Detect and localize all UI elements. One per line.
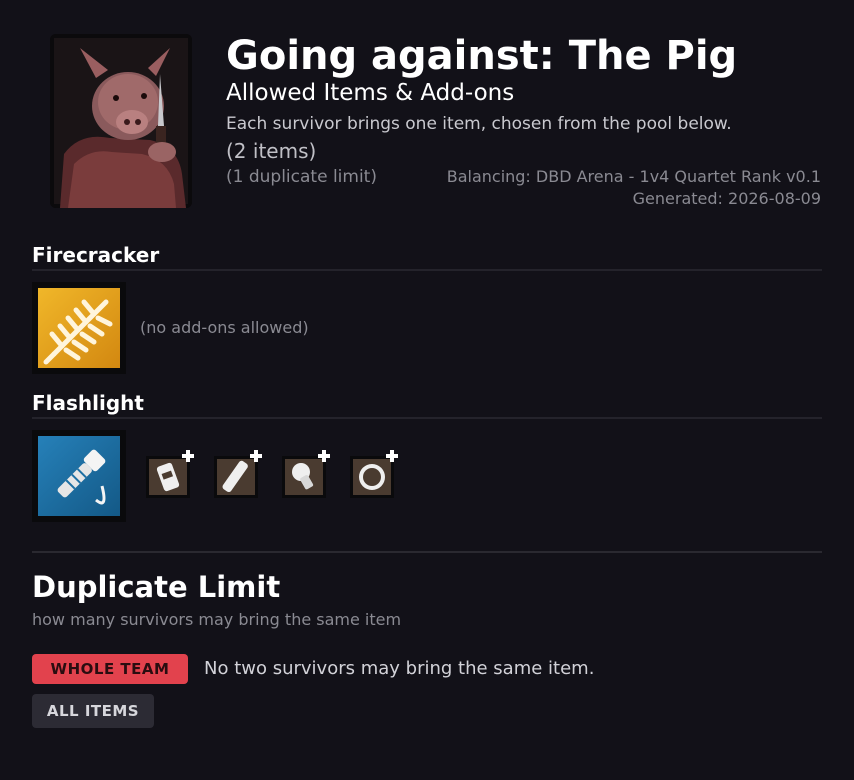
lens-addon-icon [350,450,398,498]
meta-info: Balancing: DBD Arena - 1v4 Quartet Rank … [447,166,821,210]
all-items-button[interactable]: ALL ITEMS [32,694,154,728]
no-addons-note: (no add-ons allowed) [140,318,309,337]
item-count: (2 items) [226,139,317,163]
duplicate-limit-note: (1 duplicate limit) [226,167,377,187]
section-rule [32,417,822,419]
addon-item[interactable] [348,448,400,500]
tube-addon-icon [214,450,262,498]
page: Going against: The Pig Allowed Items & A… [0,0,854,780]
firecracker-item[interactable] [32,282,126,374]
item-title-firecracker: Firecracker [32,243,160,267]
page-description: Each survivor brings one item, chosen fr… [226,114,732,134]
firecracker-icon [32,282,126,374]
addon-item[interactable] [144,448,196,500]
section-rule [32,269,822,271]
duplicate-limit-subtitle: how many survivors may bring the same it… [32,610,402,629]
flashlight-item[interactable] [32,430,126,522]
battery-addon-icon [146,450,194,498]
page-subtitle: Allowed Items & Add-ons [226,80,515,106]
generated-date: Generated: 2026-08-09 [632,189,821,208]
the-pig-portrait-icon [50,34,192,208]
bulb-addon-icon [282,450,330,498]
whole-team-button[interactable]: WHOLE TEAM [32,654,188,684]
section-divider [32,551,822,553]
whole-team-rule-text: No two survivors may bring the same item… [204,658,595,679]
addon-item[interactable] [212,448,264,500]
flashlight-icon [32,430,126,522]
duplicate-limit-title: Duplicate Limit [32,570,281,604]
page-title: Going against: The Pig [226,33,738,79]
killer-portrait [50,34,192,208]
balancing-label: Balancing: DBD Arena - 1v4 Quartet Rank … [446,167,821,186]
item-title-flashlight: Flashlight [32,391,144,415]
addon-item[interactable] [280,448,332,500]
